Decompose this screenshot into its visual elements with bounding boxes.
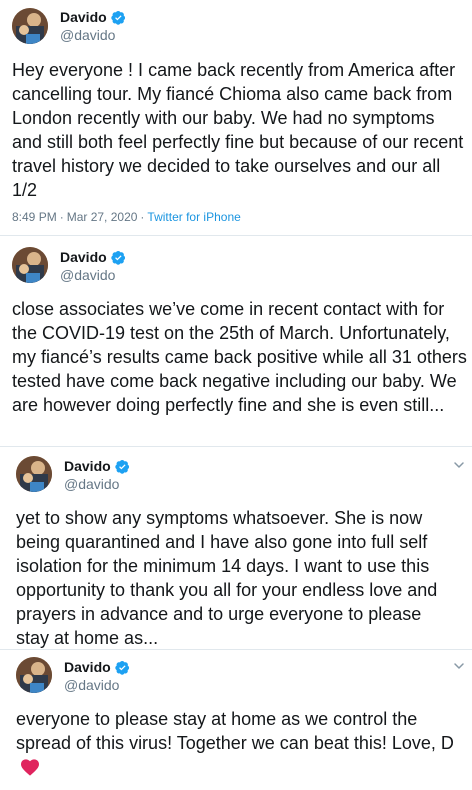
avatar-photo bbox=[16, 456, 52, 492]
chevron-down-icon[interactable] bbox=[452, 458, 466, 472]
handle[interactable]: @davido bbox=[64, 677, 119, 693]
tweet-time[interactable]: 8:49 PM bbox=[12, 210, 57, 224]
tweet-meta: 8:49 PM · Mar 27, 2020 · Twitter for iPhone bbox=[12, 210, 241, 224]
verified-badge-icon bbox=[115, 660, 129, 675]
verified-badge-icon bbox=[111, 10, 125, 25]
chevron-down-icon[interactable] bbox=[452, 659, 466, 673]
tweet-3[interactable]: Davido @davido yet to show any symptoms … bbox=[0, 448, 472, 650]
divider bbox=[0, 649, 472, 650]
handle[interactable]: @davido bbox=[64, 476, 119, 492]
tweet-text: Hey everyone ! I came back recently from… bbox=[12, 60, 464, 200]
handle[interactable]: @davido bbox=[60, 267, 115, 283]
tweet-text: close associates we’ve come in recent co… bbox=[12, 299, 467, 415]
handle[interactable]: @davido bbox=[60, 27, 115, 43]
red-heart-icon bbox=[21, 759, 39, 776]
tweet-date[interactable]: Mar 27, 2020 bbox=[67, 210, 138, 224]
avatar[interactable] bbox=[16, 456, 52, 492]
avatar-photo bbox=[16, 657, 52, 693]
avatar[interactable] bbox=[12, 247, 48, 283]
display-name[interactable]: Davido bbox=[60, 249, 107, 265]
display-name[interactable]: Davido bbox=[64, 659, 111, 675]
tweet-text: everyone to please stay at home as we co… bbox=[16, 709, 454, 753]
display-name[interactable]: Davido bbox=[60, 9, 107, 25]
tweet-text-container: everyone to please stay at home as we co… bbox=[16, 707, 456, 779]
tweet-source[interactable]: Twitter for iPhone bbox=[147, 210, 240, 224]
divider bbox=[0, 446, 472, 447]
avatar-photo bbox=[12, 8, 48, 44]
tweet-4[interactable]: Davido @davido everyone to please stay a… bbox=[0, 651, 472, 790]
verified-badge-icon bbox=[115, 459, 129, 474]
tweet-text: yet to show any symptoms whatsoever. She… bbox=[16, 508, 438, 648]
display-name[interactable]: Davido bbox=[64, 458, 111, 474]
verified-badge-icon bbox=[111, 250, 125, 265]
tweet-2[interactable]: Davido @davido close associates we’ve co… bbox=[0, 237, 472, 447]
avatar-photo bbox=[12, 247, 48, 283]
avatar[interactable] bbox=[16, 657, 52, 693]
divider bbox=[0, 235, 472, 236]
tweet-1[interactable]: Davido @davido Hey everyone ! I came bac… bbox=[0, 0, 472, 236]
avatar[interactable] bbox=[12, 8, 48, 44]
